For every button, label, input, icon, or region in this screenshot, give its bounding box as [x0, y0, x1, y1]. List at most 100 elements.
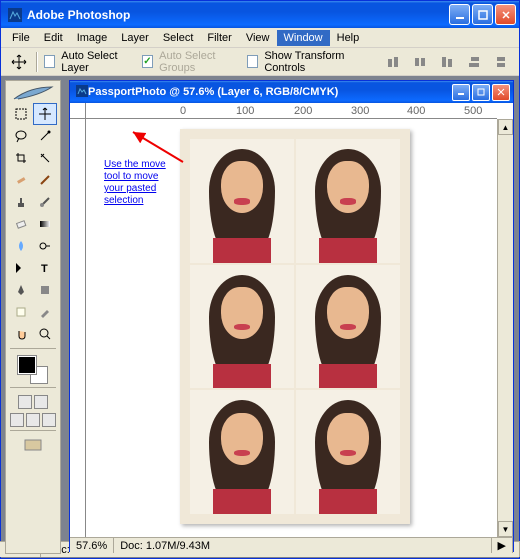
align-button-3[interactable] — [436, 51, 457, 73]
ruler-mark: 100 — [236, 105, 254, 117]
notes-tool[interactable] — [9, 301, 33, 323]
toolbox-divider-3 — [10, 430, 56, 431]
menu-window[interactable]: Window — [277, 30, 330, 46]
doc-maximize-button[interactable] — [472, 84, 490, 101]
doc-size-label: Doc: 1.07M/9.43M — [114, 538, 491, 553]
document-window: PassportPhoto @ 57.6% (Layer 6, RGB/8/CM… — [69, 80, 514, 552]
show-transform-label: Show Transform Controls — [264, 50, 370, 74]
scroll-down-button[interactable]: ▼ — [498, 521, 513, 537]
eraser-tool[interactable] — [9, 213, 33, 235]
align-button-4[interactable] — [463, 51, 484, 73]
document-titlebar[interactable]: PassportPhoto @ 57.6% (Layer 6, RGB/8/CM… — [70, 81, 513, 103]
annotation-arrow-icon — [128, 127, 188, 167]
type-tool[interactable]: T — [33, 257, 57, 279]
move-tool[interactable] — [33, 103, 57, 125]
workspace: T — [1, 76, 519, 558]
canvas[interactable]: Use the move tool to move your pasted se… — [86, 119, 497, 537]
ruler-mark: 300 — [351, 105, 369, 117]
standard-mode-button[interactable] — [18, 395, 32, 409]
document-title: PassportPhoto @ 57.6% (Layer 6, RGB/8/CM… — [88, 86, 452, 98]
ruler-mark: 500 — [464, 105, 482, 117]
vertical-ruler[interactable] — [70, 119, 86, 537]
status-menu-button[interactable]: ▶ — [492, 538, 513, 553]
align-button-2[interactable] — [410, 51, 431, 73]
auto-select-groups-checkbox[interactable] — [142, 55, 153, 68]
toolbox-divider-2 — [10, 387, 56, 388]
marquee-tool[interactable] — [9, 103, 33, 125]
maximize-button[interactable] — [472, 4, 493, 25]
passport-photo — [296, 390, 400, 514]
eyedropper-tool[interactable] — [33, 301, 57, 323]
zoom-tool[interactable] — [33, 323, 57, 345]
gradient-tool[interactable] — [33, 213, 57, 235]
foreground-color[interactable] — [18, 356, 36, 374]
magic-wand-tool[interactable] — [33, 125, 57, 147]
horizontal-ruler[interactable]: 0 100 200 300 400 500 — [86, 103, 497, 119]
vertical-scrollbar[interactable]: ▲ ▼ — [497, 119, 513, 537]
app-icon — [7, 7, 23, 23]
history-brush-tool[interactable] — [33, 191, 57, 213]
zoom-field[interactable]: 57.6% — [70, 538, 114, 553]
options-bar: Auto Select Layer Auto Select Groups Sho… — [1, 48, 519, 76]
toolbox[interactable]: T — [5, 80, 61, 554]
slice-tool[interactable] — [33, 147, 57, 169]
app-window: Adobe Photoshop File Edit Image Layer Se… — [0, 0, 520, 559]
menu-image[interactable]: Image — [70, 30, 115, 46]
auto-select-layer-label: Auto Select Layer — [61, 50, 135, 74]
feather-icon — [10, 85, 56, 103]
path-tool[interactable] — [9, 257, 33, 279]
menu-help[interactable]: Help — [330, 30, 367, 46]
close-button[interactable] — [495, 4, 516, 25]
menu-select[interactable]: Select — [156, 30, 201, 46]
healing-tool[interactable] — [9, 169, 33, 191]
stamp-tool[interactable] — [9, 191, 33, 213]
menubar: File Edit Image Layer Select Filter View… — [1, 28, 519, 48]
pen-tool[interactable] — [9, 279, 33, 301]
toolbox-divider — [10, 348, 56, 349]
screen-mode-3[interactable] — [42, 413, 56, 427]
shape-tool[interactable] — [33, 279, 57, 301]
screen-mode-2[interactable] — [26, 413, 40, 427]
ruler-mark: 400 — [407, 105, 425, 117]
document-icon — [76, 85, 88, 100]
crop-tool[interactable] — [9, 147, 33, 169]
dodge-tool[interactable] — [33, 235, 57, 257]
app-titlebar[interactable]: Adobe Photoshop — [1, 1, 519, 28]
ruler-mark: 200 — [294, 105, 312, 117]
document-body: 0 100 200 300 400 500 Use the move tool … — [70, 103, 513, 553]
photo-grid — [180, 129, 410, 524]
menu-view[interactable]: View — [239, 30, 277, 46]
show-transform-checkbox[interactable] — [247, 55, 258, 68]
hand-tool[interactable] — [9, 323, 33, 345]
align-button-1[interactable] — [383, 51, 404, 73]
menu-file[interactable]: File — [5, 30, 37, 46]
imageready-button[interactable] — [10, 434, 56, 456]
doc-minimize-button[interactable] — [452, 84, 470, 101]
align-button-5[interactable] — [490, 51, 511, 73]
document-statusbar: 57.6% Doc: 1.07M/9.43M ▶ — [70, 537, 513, 553]
color-swatches[interactable] — [18, 356, 48, 384]
auto-select-groups-label: Auto Select Groups — [159, 50, 241, 74]
move-tool-indicator[interactable] — [9, 51, 30, 73]
window-buttons — [449, 4, 516, 25]
minimize-button[interactable] — [449, 4, 470, 25]
ruler-corner[interactable] — [70, 103, 86, 119]
ruler-mark: 0 — [180, 105, 186, 117]
menu-edit[interactable]: Edit — [37, 30, 70, 46]
separator — [36, 52, 38, 72]
passport-photo — [190, 390, 294, 514]
doc-close-button[interactable] — [492, 84, 510, 101]
scroll-up-button[interactable]: ▲ — [498, 119, 513, 135]
blur-tool[interactable] — [9, 235, 33, 257]
menu-layer[interactable]: Layer — [114, 30, 156, 46]
screen-mode-1[interactable] — [10, 413, 24, 427]
menu-filter[interactable]: Filter — [200, 30, 238, 46]
quickmask-mode-button[interactable] — [34, 395, 48, 409]
brush-tool[interactable] — [33, 169, 57, 191]
svg-text:T: T — [41, 263, 48, 275]
passport-photo — [190, 265, 294, 389]
auto-select-layer-checkbox[interactable] — [44, 55, 55, 68]
passport-photo — [296, 139, 400, 263]
app-title: Adobe Photoshop — [27, 8, 449, 22]
lasso-tool[interactable] — [9, 125, 33, 147]
